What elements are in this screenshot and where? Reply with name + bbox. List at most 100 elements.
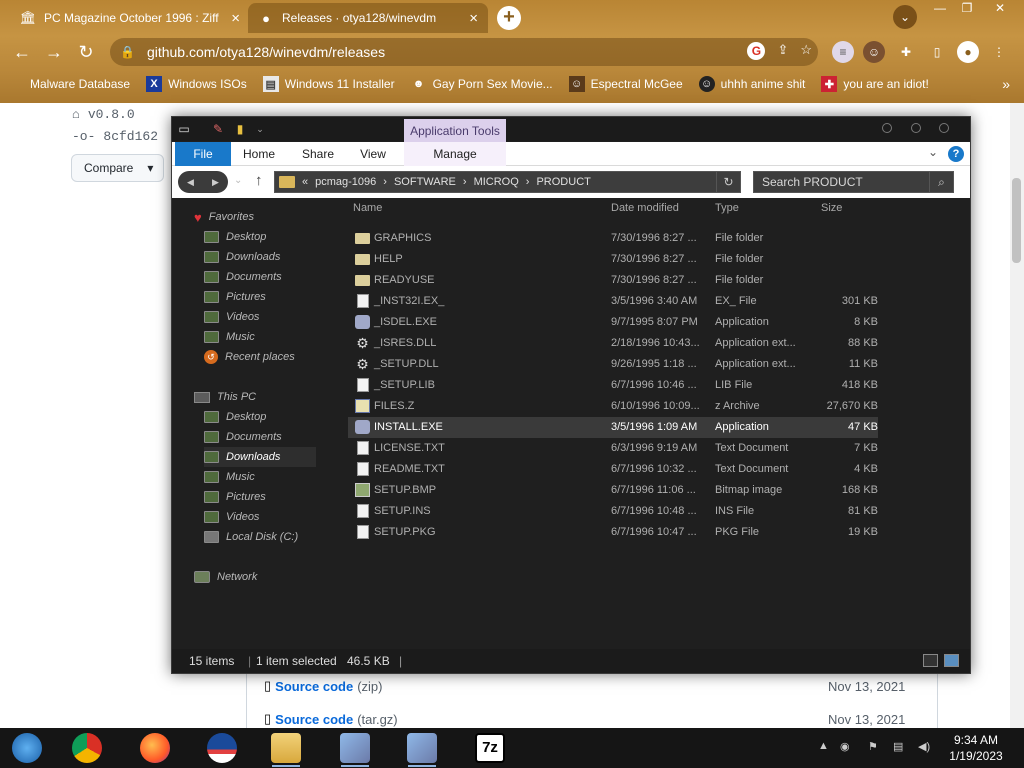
installer-icon[interactable] — [338, 731, 372, 767]
extensions-puzzle-icon[interactable]: ✚ — [895, 41, 917, 63]
asset-name[interactable]: Source code — [275, 712, 353, 727]
more-bookmarks-button[interactable]: » — [994, 76, 1024, 92]
column-header-type[interactable]: Type — [715, 202, 739, 220]
breadcrumb[interactable]: « pcmag-1096 › SOFTWARE › MICROQ › PRODU… — [274, 171, 741, 193]
lock-icon[interactable]: 🔒 — [120, 45, 135, 59]
new-folder-icon[interactable]: ▮ — [232, 121, 248, 137]
file-row[interactable]: GRAPHICS 7/30/1996 8:27 ... File folder — [348, 228, 878, 249]
bookmark-star-icon[interactable]: ☆ — [800, 42, 812, 60]
network-icon[interactable]: ▤ — [893, 740, 903, 753]
nav-favorites[interactable]: ♥ Favorites — [194, 207, 254, 227]
explorer-title-bar[interactable]: ▭ ✎ ▮ ⌄ Application Tools — [172, 117, 970, 143]
nav-pc-pictures[interactable]: Pictures — [204, 487, 266, 507]
google-icon[interactable]: G — [747, 42, 766, 60]
back-arrow-icon[interactable]: ◀ — [187, 177, 194, 188]
tray-app-icon[interactable]: ◉ — [840, 740, 850, 753]
side-panel-icon[interactable]: ▯ — [926, 41, 948, 63]
maximize-button[interactable] — [911, 123, 921, 133]
refresh-icon[interactable]: ↻ — [716, 172, 740, 192]
file-row[interactable]: SETUP.BMP 6/7/1996 11:06 ... Bitmap image 1… — [348, 480, 878, 501]
breadcrumb-item[interactable]: SOFTWARE — [394, 176, 456, 188]
file-row[interactable]: SETUP.INS 6/7/1996 10:48 ... INS File 81 KB — [348, 501, 878, 522]
file-row[interactable]: READYUSE 7/30/1996 8:27 ... File folder — [348, 270, 878, 291]
compare-button[interactable]: Compare ▾ — [71, 154, 164, 182]
asset-row[interactable]: ▯ Source code (zip) Nov 13, 2021 — [264, 676, 905, 696]
file-row[interactable]: FILES.Z 6/10/1996 10:09... z Archive 27,670… — [348, 396, 878, 417]
file-row[interactable]: _INST32I.EX_ 3/5/1996 3:40 AM EX_ File 301 … — [348, 291, 878, 312]
address-bar[interactable]: 🔒 github.com/otya128/winevdm/releases G … — [110, 38, 818, 66]
tab-search-button[interactable]: ⌄ — [893, 5, 917, 29]
chevron-right-icon[interactable]: › — [383, 176, 387, 188]
nav-pc-desktop[interactable]: Desktop — [204, 407, 266, 427]
back-forward-buttons[interactable]: ◀ ▶ — [178, 171, 228, 193]
bookmark-you-are-an-idiot[interactable]: ✚ you are an idiot! — [813, 76, 936, 92]
breadcrumb-item[interactable]: pcmag-1096 — [315, 176, 376, 188]
nav-pc-music[interactable]: Music — [204, 467, 255, 487]
reload-button[interactable]: ↻ — [74, 41, 98, 65]
nav-pc-documents[interactable]: Documents — [204, 427, 282, 447]
up-arrow-icon[interactable]: ↑ — [255, 172, 263, 189]
nav-network[interactable]: Network — [194, 567, 257, 587]
file-row[interactable]: _SETUP.LIB 6/7/1996 10:46 ... LIB File 418 … — [348, 375, 878, 396]
profile-avatar-icon[interactable]: ● — [957, 41, 979, 63]
close-icon[interactable]: × — [231, 10, 240, 27]
details-view-icon[interactable] — [923, 654, 938, 667]
7zip-icon[interactable]: 7z — [473, 731, 507, 765]
tab-manage[interactable]: Manage — [404, 142, 506, 166]
bookmark-espectral-mcgee[interactable]: ☺ Espectral McGee — [561, 76, 691, 92]
large-icons-view-icon[interactable] — [944, 654, 959, 667]
properties-icon[interactable]: ✎ — [210, 121, 226, 137]
extension-flag-icon[interactable]: ≡ — [832, 41, 854, 63]
obama-icon[interactable] — [205, 731, 239, 765]
breadcrumb-item[interactable]: PRODUCT — [536, 176, 590, 188]
nav-fav-downloads[interactable]: Downloads — [204, 247, 280, 267]
file-row[interactable]: README.TXT 6/7/1996 10:32 ... Text Documen… — [348, 459, 878, 480]
nav-fav-recent-places[interactable]: ↺ Recent places — [204, 347, 295, 367]
customize-qa-icon[interactable]: ⌄ — [252, 121, 268, 137]
column-header-date[interactable]: Date modified — [611, 202, 679, 220]
file-row[interactable]: INSTALL.EXE 3/5/1996 1:09 AM Application 47… — [348, 417, 878, 438]
column-header-size[interactable]: Size — [821, 202, 842, 220]
application-tools-tab[interactable]: Application Tools — [404, 119, 506, 143]
file-row[interactable]: LICENSE.TXT 6/3/1996 9:19 AM Text Document… — [348, 438, 878, 459]
firefox-icon[interactable] — [138, 731, 172, 765]
menu-dots-icon[interactable]: ⋮ — [988, 41, 1010, 63]
nav-pc-videos[interactable]: Videos — [204, 507, 259, 527]
nav-fav-documents[interactable]: Documents — [204, 267, 282, 287]
back-button[interactable]: ← — [10, 41, 34, 65]
extension-avatar-icon[interactable]: ☺ — [863, 41, 885, 63]
restore-button[interactable]: ❐ — [952, 0, 982, 18]
breadcrumb-overflow[interactable]: « — [302, 176, 308, 188]
scroll-thumb[interactable] — [1012, 178, 1021, 263]
file-row[interactable]: ⚙ _ISRES.DLL 2/18/1996 10:43... Application… — [348, 333, 878, 354]
nav-fav-videos[interactable]: Videos — [204, 307, 259, 327]
action-center-flag-icon[interactable]: ⚑ — [868, 740, 878, 753]
share-icon[interactable]: ⇪ — [777, 42, 788, 60]
nav-this-pc[interactable]: This PC — [194, 387, 256, 407]
bookmark-anime[interactable]: ☺ uhhh anime shit — [691, 76, 814, 92]
asset-name[interactable]: Source code — [275, 679, 353, 694]
asset-row[interactable]: ▯ Source code (tar.gz) Nov 13, 2021 — [264, 709, 905, 729]
nav-fav-desktop[interactable]: Desktop — [204, 227, 266, 247]
show-hidden-icons[interactable]: ▲ — [818, 740, 829, 752]
tab-file[interactable]: File — [175, 142, 231, 166]
new-tab-button[interactable]: + — [497, 6, 521, 30]
tab-view[interactable]: View — [354, 142, 392, 166]
chevron-right-icon[interactable]: › — [463, 176, 467, 188]
forward-arrow-icon[interactable]: ▶ — [212, 177, 219, 188]
nav-pc-downloads[interactable]: Downloads — [204, 447, 316, 467]
clock[interactable]: 9:34 AM 1/19/2023 — [944, 732, 1008, 764]
help-icon[interactable]: ? — [948, 146, 964, 162]
file-row[interactable]: HELP 7/30/1996 8:27 ... File folder — [348, 249, 878, 270]
column-header-name[interactable]: Name — [353, 202, 382, 220]
tab-releases[interactable]: ● Releases · otya128/winevdm × — [248, 3, 488, 33]
volume-icon[interactable]: ◀) — [918, 740, 930, 753]
bookmark-gay-porn[interactable]: ☻ Gay Porn Sex Movie... — [403, 76, 561, 92]
close-window-button[interactable]: ✕ — [985, 0, 1015, 18]
file-row[interactable]: SETUP.PKG 6/7/1996 10:47 ... PKG File 19 KB — [348, 522, 878, 543]
installer-icon[interactable] — [405, 731, 439, 767]
start-orb-icon[interactable] — [10, 731, 44, 765]
search-icon[interactable]: ⌕ — [929, 172, 953, 192]
expand-ribbon-icon[interactable]: ⌄ — [928, 145, 938, 159]
file-row[interactable]: ⚙ _SETUP.DLL 9/26/1995 1:18 ... Application… — [348, 354, 878, 375]
